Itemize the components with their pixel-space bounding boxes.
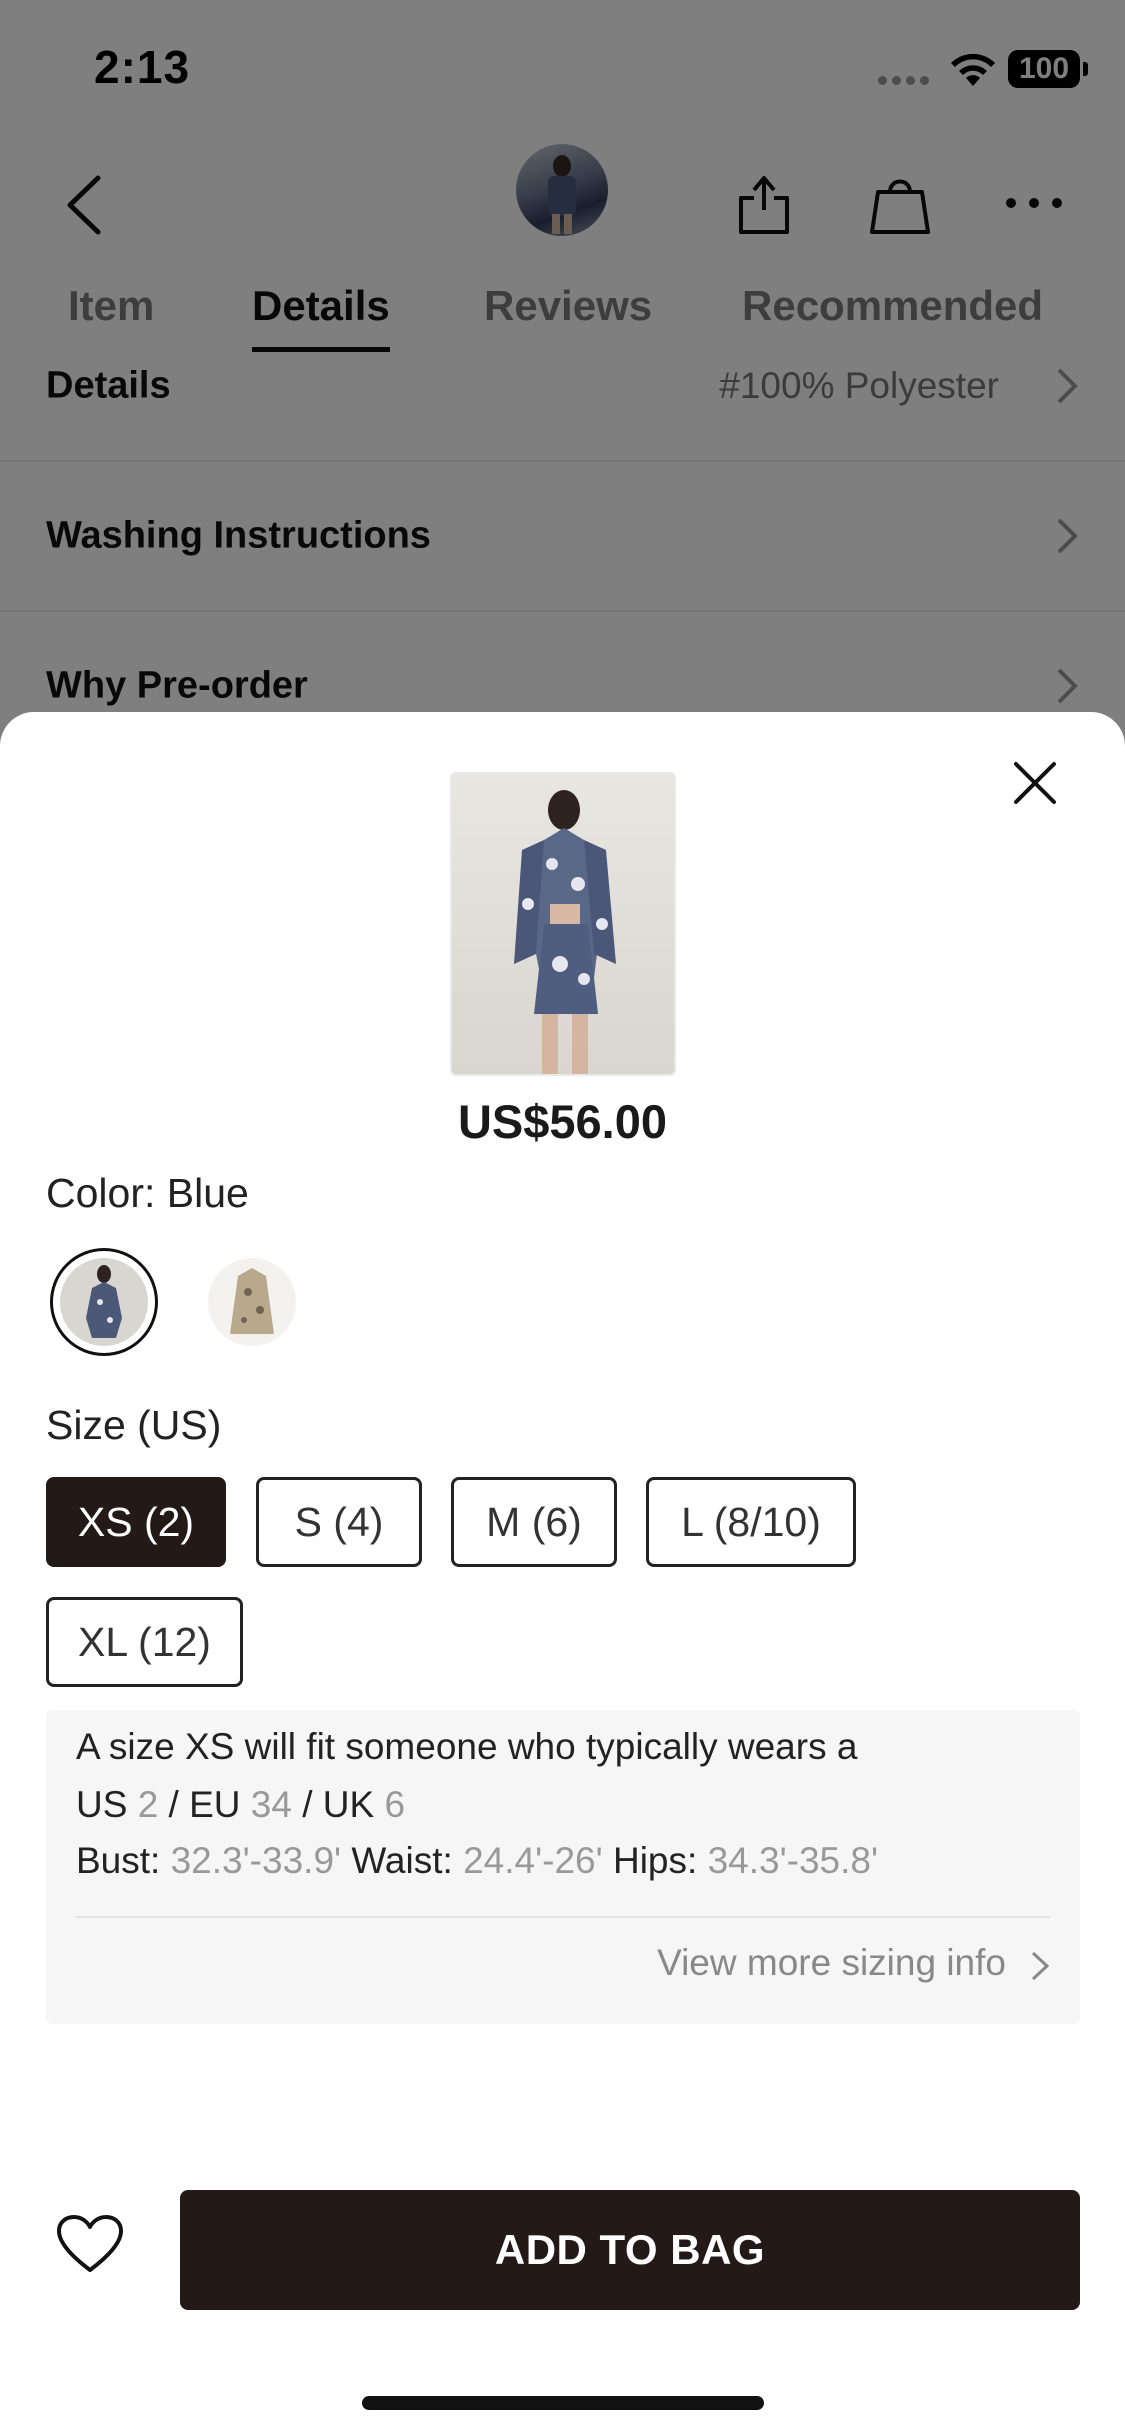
uk-value: 6 — [384, 1784, 406, 1825]
swatch-blue-image — [60, 1258, 148, 1346]
bust-value: 32.3'-33.9' — [170, 1840, 342, 1881]
home-indicator — [362, 2396, 764, 2410]
waist-value: 24.4'-26' — [463, 1840, 603, 1881]
size-option-xs[interactable]: XS (2) — [46, 1477, 226, 1567]
view-sizing-info-link[interactable]: View more sizing info — [657, 1942, 1006, 1984]
waist-label: Waist: — [351, 1840, 453, 1881]
add-to-bag-sheet: US$56.00 Color: Blue Size (US) XS (2) S … — [0, 712, 1125, 2436]
divider — [76, 1916, 1050, 1918]
eu-value: 34 — [250, 1784, 292, 1825]
size-option-xl[interactable]: XL (12) — [46, 1597, 243, 1687]
chevron-right-icon[interactable] — [1030, 1950, 1050, 1982]
size-fit-info: A size XS will fit someone who typically… — [46, 1710, 1080, 2024]
close-icon[interactable] — [1010, 758, 1060, 808]
add-to-bag-button[interactable]: ADD TO BAG — [180, 2190, 1080, 2310]
size-fit-intro: A size XS will fit someone who typically… — [76, 1726, 858, 1767]
us-value: 2 — [137, 1784, 159, 1825]
us-label: US — [76, 1784, 128, 1825]
color-swatch-beige[interactable] — [198, 1248, 306, 1356]
color-swatch-blue[interactable] — [50, 1248, 158, 1356]
size-option-l[interactable]: L (8/10) — [646, 1477, 856, 1567]
eu-label: / EU — [168, 1784, 241, 1825]
hips-value: 34.3'-35.8' — [707, 1840, 879, 1881]
swatch-beige-image — [208, 1258, 296, 1346]
color-label: Color: Blue — [46, 1170, 249, 1216]
bust-label: Bust: — [76, 1840, 161, 1881]
heart-icon[interactable] — [56, 2214, 124, 2274]
uk-label: / UK — [302, 1784, 375, 1825]
product-price: US$56.00 — [457, 1095, 668, 1148]
size-conversion: US 2 / EU 34 / UK 6 — [76, 1784, 405, 1826]
hips-label: Hips: — [612, 1840, 698, 1881]
size-option-m[interactable]: M (6) — [451, 1477, 617, 1567]
body-measurements: Bust: 32.3'-33.9' Waist: 24.4'-26' Hips:… — [76, 1840, 878, 1882]
size-option-s[interactable]: S (4) — [256, 1477, 422, 1567]
product-image — [450, 772, 676, 1076]
size-label: Size (US) — [46, 1402, 222, 1448]
